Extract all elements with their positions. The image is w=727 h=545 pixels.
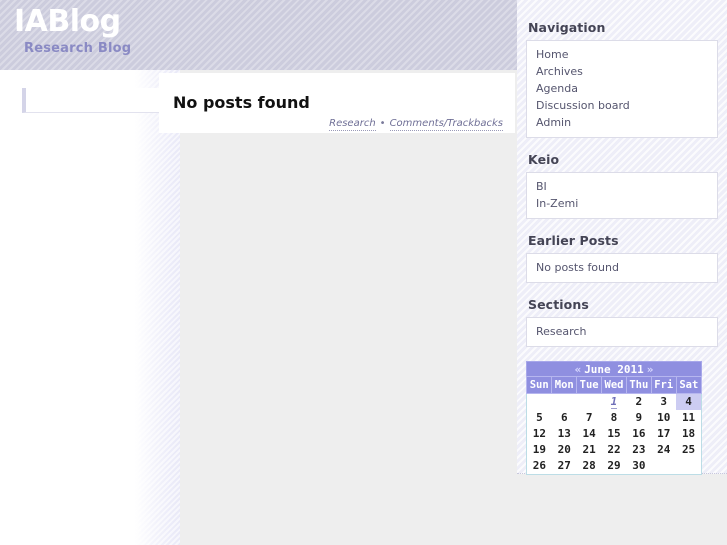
calendar-day-19: 19: [532, 443, 547, 456]
sidebar-block-sections: Sections Research: [526, 297, 718, 347]
calendar-next-month-link[interactable]: »: [644, 363, 657, 376]
calendar-day-1[interactable]: 1: [602, 394, 627, 411]
sidebar-box-keio: BI In-Zemi: [526, 172, 718, 219]
meta-separator: •: [379, 118, 386, 129]
sidebar-item-discussion-board[interactable]: Discussion board: [527, 97, 717, 114]
calendar-table: «June 2011» Sun Mon Tue Wed Thu Fri Sat …: [525, 361, 703, 475]
post-title: No posts found: [173, 93, 310, 112]
sidebar-heading-keio: Keio: [528, 152, 560, 167]
calendar-day-29: 29: [607, 459, 621, 472]
calendar-day-22: 22: [607, 443, 621, 456]
calendar-weekday-sat: Sat: [675, 376, 703, 394]
calendar-widget: «June 2011» Sun Mon Tue Wed Thu Fri Sat …: [525, 361, 713, 475]
left-menu-box[interactable]: [22, 88, 159, 113]
calendar-day-20: 20: [557, 443, 571, 456]
content-plate: [180, 70, 517, 545]
calendar-week-row: 19 20 21 22 23 24 25: [527, 442, 702, 458]
sidebar-heading-earlier-posts: Earlier Posts: [528, 233, 619, 248]
sidebar-block-navigation: Navigation Home Archives Agenda Discussi…: [526, 20, 718, 138]
calendar-day-empty: [527, 394, 552, 411]
sidebar-item-research[interactable]: Research: [527, 323, 717, 340]
calendar-week-row: 26 27 28 29 30: [527, 458, 702, 475]
calendar-day-14: 14: [582, 427, 596, 440]
sidebar-item-admin[interactable]: Admin: [527, 114, 717, 131]
calendar-day-4: 4: [676, 393, 702, 410]
sidebar-item-archives[interactable]: Archives: [527, 63, 717, 80]
site-subtitle: Research Blog: [24, 41, 132, 56]
post-section-link[interactable]: Research: [329, 118, 376, 131]
calendar-day-11: 11: [681, 411, 696, 424]
calendar-week-row: 12 13 14 15 16 17 18: [527, 426, 702, 442]
post-meta: Research • Comments/Trackbacks: [329, 118, 503, 131]
sidebar-block-keio: Keio BI In-Zemi: [526, 152, 718, 219]
calendar-month-label: June 2011: [584, 363, 644, 376]
calendar-week-row: 1 2 34: [527, 393, 702, 411]
calendar-day-5: 5: [536, 411, 543, 424]
calendar-day-15: 15: [607, 427, 621, 440]
calendar-day-6: 6: [560, 411, 568, 424]
calendar-day-27: 27: [557, 459, 571, 472]
calendar-weekday-tue: Tue: [576, 376, 603, 394]
calendar-day-30: 30: [632, 459, 646, 472]
calendar-caption: «June 2011»: [526, 361, 702, 376]
calendar-day-21: 21: [582, 443, 596, 456]
calendar-day-24: 24: [657, 443, 671, 456]
sidebar-item-home[interactable]: Home: [527, 46, 717, 63]
sidebar-box-earlier-posts: No posts found: [526, 253, 718, 283]
calendar-day-8: 8: [610, 411, 618, 424]
sidebar-item-in-zemi[interactable]: In-Zemi: [527, 195, 717, 212]
calendar-head: Sun Mon Tue Wed Thu Fri Sat: [525, 376, 703, 394]
sidebar-item-agenda[interactable]: Agenda: [527, 80, 717, 97]
calendar-day-3: 3: [660, 395, 668, 408]
post-comments-link[interactable]: Comments/Trackbacks: [389, 118, 503, 131]
sidebar-item-bi[interactable]: BI: [527, 178, 717, 195]
gutter-gradient: [135, 70, 180, 545]
calendar-day-12: 12: [532, 427, 547, 440]
calendar-weekday-wed: Wed: [601, 376, 627, 394]
calendar-day-18: 18: [681, 427, 696, 440]
calendar-weekday-mon: Mon: [551, 376, 578, 394]
post-panel: No posts found Research • Comments/Trackba…: [159, 73, 515, 133]
site-header: IABlog Research Blog: [0, 0, 517, 70]
sidebar: Navigation Home Archives Agenda Discussi…: [517, 0, 727, 475]
calendar-day-25: 25: [681, 443, 696, 456]
calendar-day-empty: [676, 458, 701, 475]
page-body: [0, 70, 517, 545]
calendar-day-7: 7: [585, 411, 593, 424]
calendar-weekday-row: Sun Mon Tue Wed Thu Fri Sat: [525, 376, 703, 394]
calendar-day-23: 23: [632, 443, 646, 456]
calendar-prev-month-link[interactable]: «: [572, 363, 585, 376]
calendar-weekday-sun: Sun: [525, 376, 553, 394]
calendar-day-10: 10: [657, 411, 671, 424]
sidebar-heading-sections: Sections: [528, 297, 589, 312]
calendar-weekday-fri: Fri: [650, 376, 677, 394]
calendar-week-row: 5 6 7 8 9 10 11: [527, 410, 702, 426]
calendar-day-empty: [651, 458, 676, 475]
sidebar-box-sections: Research: [526, 317, 718, 347]
site-title: IABlog: [14, 4, 121, 39]
sidebar-box-navigation: Home Archives Agenda Discussion board Ad…: [526, 40, 718, 138]
calendar-day-9: 9: [635, 411, 643, 424]
calendar-day-empty: [552, 394, 577, 411]
calendar-day-link-1[interactable]: 1: [610, 395, 618, 409]
calendar-day-28: 28: [582, 459, 596, 472]
calendar-day-26: 26: [532, 459, 547, 472]
calendar-day-2: 2: [635, 395, 643, 408]
calendar-body: 1 2 3 4 5 6 7 8 9 10 11 12 13 14 15 16 17 18 19 20 21 22 23 24 2…: [527, 393, 702, 475]
calendar-day-16: 16: [632, 427, 646, 440]
calendar-day-13: 13: [557, 427, 571, 440]
calendar-weekday-thu: Thu: [625, 376, 652, 394]
calendar-day-17: 17: [657, 427, 671, 440]
sidebar-block-earlier-posts: Earlier Posts No posts found: [526, 233, 718, 283]
sidebar-item-no-posts-found: No posts found: [536, 261, 619, 274]
calendar-day-empty: [577, 394, 602, 411]
sidebar-heading-navigation: Navigation: [528, 20, 606, 35]
